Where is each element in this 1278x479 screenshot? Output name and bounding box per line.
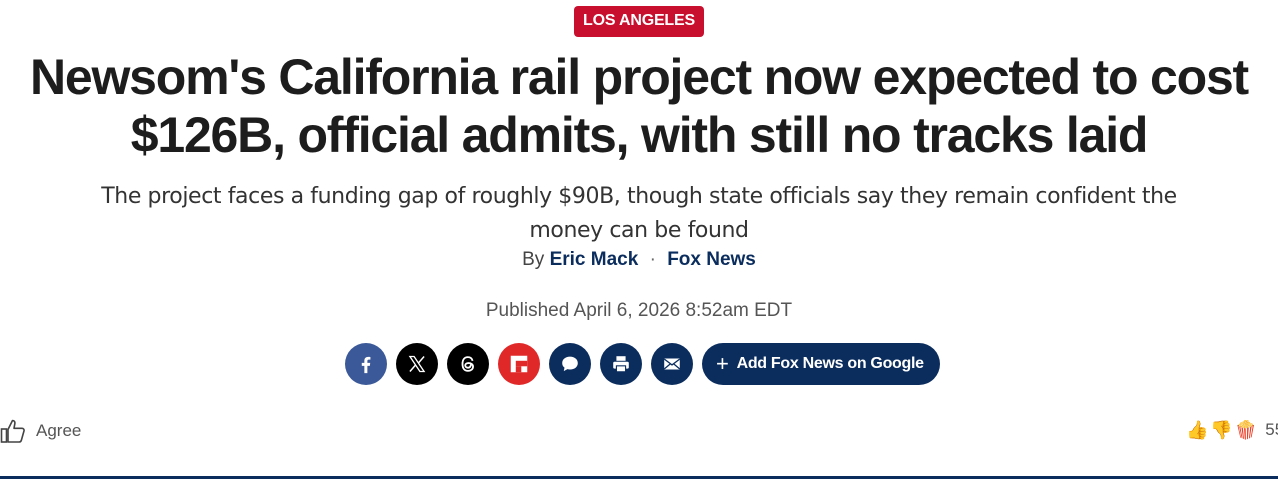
threads-share-button[interactable] bbox=[447, 343, 489, 385]
category-badge-wrap: LOS ANGELES bbox=[0, 6, 1278, 37]
comments-button[interactable] bbox=[549, 343, 591, 385]
facebook-share-button[interactable] bbox=[345, 343, 387, 385]
article-subheadline: The project faces a funding gap of rough… bbox=[101, 184, 1177, 243]
agree-button[interactable]: Agree bbox=[0, 417, 81, 445]
add-fox-news-on-google-label: Add Fox News on Google bbox=[736, 355, 924, 372]
flipboard-share-button[interactable] bbox=[498, 343, 540, 385]
byline-prefix: By bbox=[522, 249, 545, 270]
thumbs-up-outline-icon bbox=[0, 419, 25, 443]
author-link[interactable]: Eric Mack bbox=[550, 249, 639, 270]
byline: By Eric Mack · Fox News bbox=[0, 248, 1278, 272]
comment-icon bbox=[562, 356, 578, 372]
thumbs-up-reaction-icon: 👍 bbox=[1186, 420, 1209, 440]
email-share-button[interactable] bbox=[651, 343, 693, 385]
threads-icon bbox=[461, 356, 474, 372]
reaction-bar[interactable]: 👍 👎 🍿 55 bbox=[1186, 416, 1278, 444]
share-bar: + Add Fox News on Google bbox=[345, 343, 940, 385]
print-icon bbox=[613, 356, 629, 373]
category-badge[interactable]: LOS ANGELES bbox=[574, 6, 704, 37]
reaction-count: 55 bbox=[1265, 420, 1278, 439]
byline-separator: · bbox=[649, 249, 656, 270]
outlet-link[interactable]: Fox News bbox=[667, 249, 756, 270]
article-headline: Newsom's California rail project now exp… bbox=[29, 49, 1249, 163]
popcorn-reaction-icon: 🍿 bbox=[1234, 420, 1258, 440]
agree-label: Agree bbox=[36, 421, 82, 440]
facebook-icon bbox=[361, 356, 371, 374]
email-icon bbox=[663, 358, 681, 370]
add-fox-news-on-google-button[interactable]: + Add Fox News on Google bbox=[702, 343, 940, 385]
x-share-button[interactable] bbox=[396, 343, 438, 385]
published-date: Published April 6, 2026 8:52am EDT bbox=[485, 300, 793, 321]
plus-icon: + bbox=[716, 351, 729, 376]
thumbs-down-reaction-icon: 👎 bbox=[1210, 420, 1233, 440]
x-icon bbox=[408, 355, 426, 373]
flipboard-icon bbox=[510, 355, 528, 373]
print-button[interactable] bbox=[600, 343, 642, 385]
